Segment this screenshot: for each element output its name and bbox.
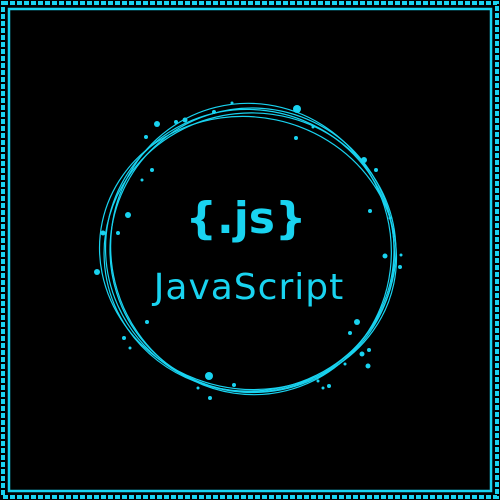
dot bbox=[145, 320, 149, 324]
dot bbox=[94, 269, 100, 275]
logo-mark: {.js} bbox=[186, 193, 307, 244]
logo-canvas: {.js} JavaScript bbox=[0, 0, 500, 500]
dot bbox=[208, 396, 212, 400]
dot bbox=[154, 121, 160, 127]
dot bbox=[382, 253, 388, 259]
dot bbox=[212, 110, 216, 114]
dot bbox=[140, 178, 144, 182]
dot bbox=[399, 253, 403, 257]
dot bbox=[343, 362, 347, 366]
dot bbox=[348, 331, 352, 335]
background bbox=[0, 0, 500, 500]
dot bbox=[293, 105, 301, 113]
dot bbox=[365, 363, 371, 369]
dot bbox=[196, 386, 200, 390]
dot bbox=[116, 231, 120, 235]
dot bbox=[321, 386, 325, 390]
dot bbox=[367, 348, 371, 352]
dot bbox=[205, 372, 213, 380]
dot bbox=[232, 383, 236, 387]
dot bbox=[174, 120, 178, 124]
dot bbox=[327, 384, 331, 388]
dot bbox=[368, 209, 372, 213]
dot bbox=[125, 212, 131, 218]
dot bbox=[182, 117, 188, 123]
dot bbox=[230, 101, 234, 105]
dot bbox=[128, 346, 132, 350]
dot bbox=[361, 157, 367, 163]
dot bbox=[388, 216, 392, 220]
dot bbox=[144, 135, 148, 139]
dot bbox=[398, 265, 402, 269]
dot bbox=[374, 168, 378, 172]
dot bbox=[100, 230, 106, 236]
dot bbox=[359, 351, 365, 357]
logo-wordmark: JavaScript bbox=[152, 267, 344, 308]
dot bbox=[311, 125, 315, 129]
dot bbox=[316, 379, 320, 383]
dot bbox=[354, 319, 360, 325]
dot bbox=[150, 168, 154, 172]
dot bbox=[294, 136, 298, 140]
dot bbox=[122, 336, 126, 340]
